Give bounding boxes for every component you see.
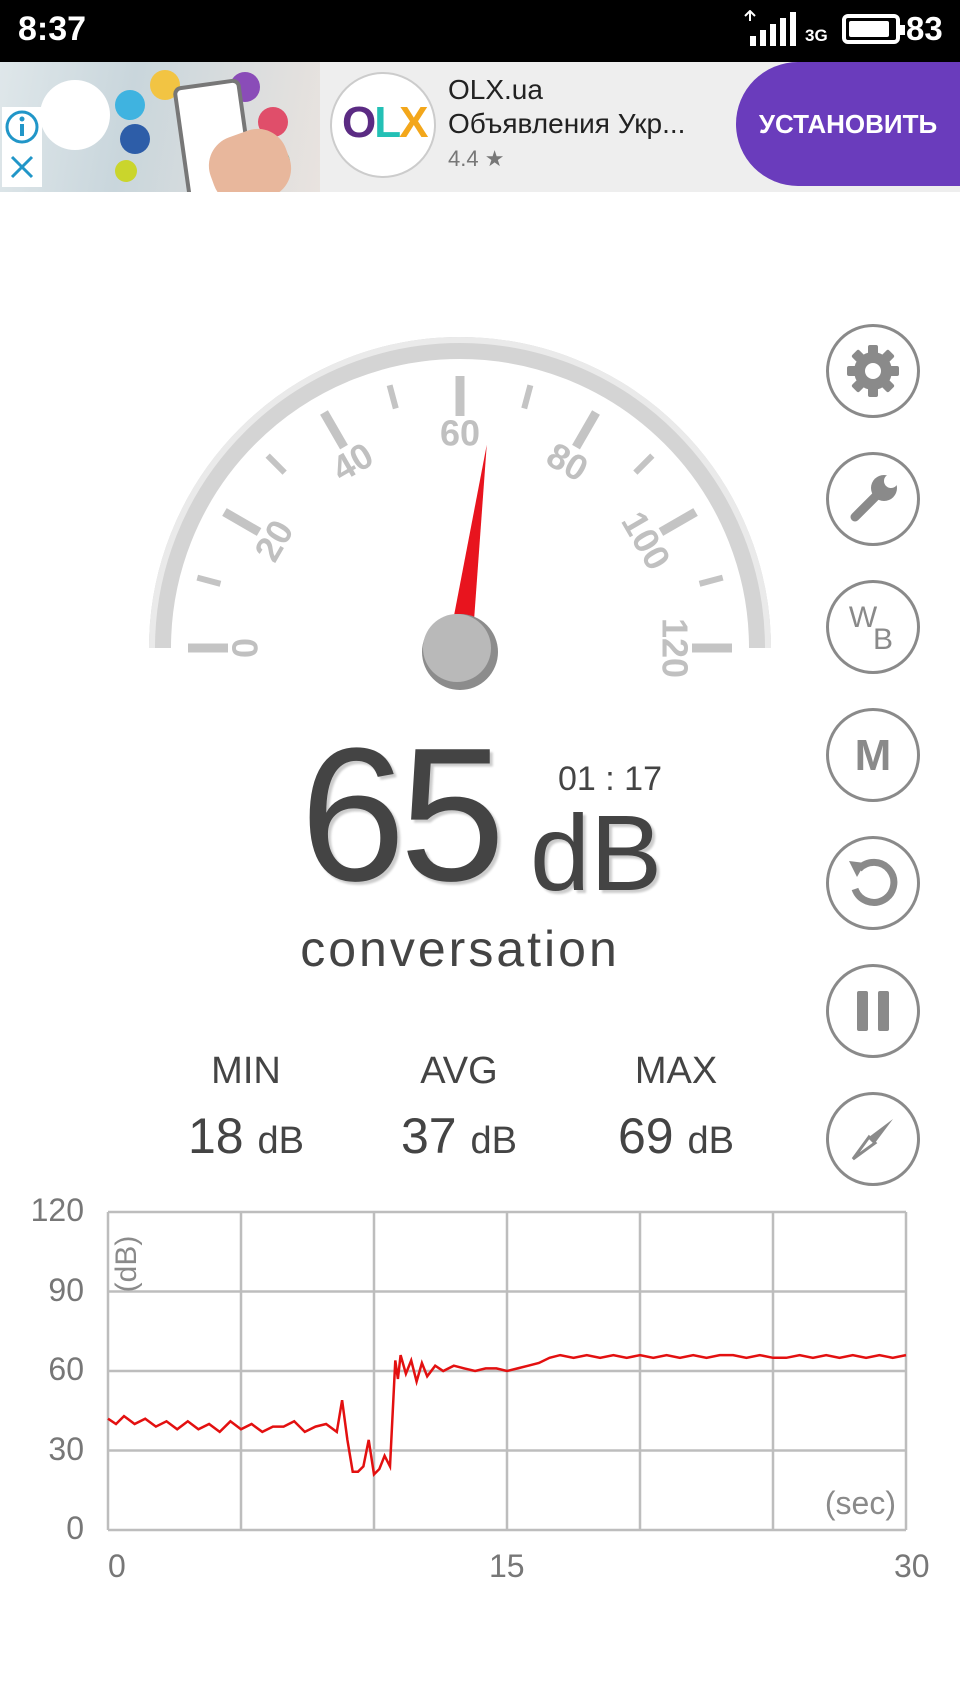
noise-description: conversation xyxy=(300,921,620,977)
ad-title: OLX.ua xyxy=(448,74,543,105)
calibrate-button[interactable] xyxy=(826,452,920,546)
ad-info-panel[interactable] xyxy=(2,107,42,187)
stat-avg: AVG 37 dB xyxy=(359,1050,559,1165)
stat-min-unit: dB xyxy=(257,1120,304,1162)
sound-level-gauge: 0 20 40 60 80 100 120 xyxy=(149,337,771,690)
reset-button[interactable] xyxy=(826,836,920,930)
gauge-label: 0 xyxy=(225,638,266,658)
ad-image[interactable] xyxy=(0,62,320,192)
stat-avg-unit: dB xyxy=(470,1120,517,1162)
info-icon[interactable] xyxy=(2,107,42,147)
gauge-tick xyxy=(698,574,724,587)
gauge-tick xyxy=(572,410,600,450)
ad-banner[interactable]: OLX OLX.ua Объявления Укр... 4.4 ★ УСТАН… xyxy=(0,62,960,192)
y-axis-label: (dB) xyxy=(110,1236,143,1293)
status-bar: 8:37 3G 83 xyxy=(0,0,960,62)
x-tick-label: 30 xyxy=(894,1548,930,1584)
weighting-button[interactable]: W B xyxy=(826,580,920,674)
mode-button[interactable]: M xyxy=(826,708,920,802)
gauge-tick xyxy=(386,384,399,410)
elapsed-timer: 01 : 17 xyxy=(558,760,662,798)
gauge-tick xyxy=(658,508,698,536)
stat-max-label: MAX xyxy=(634,1050,718,1092)
chart-plot: (dB) (sec) xyxy=(106,1210,908,1532)
stat-avg-value: 37 xyxy=(400,1108,457,1164)
ad-subtitle: Объявления Укр... xyxy=(448,108,686,139)
gauge-label: 40 xyxy=(325,434,380,490)
gauge-tick xyxy=(320,410,348,450)
compass-icon xyxy=(851,1119,893,1161)
x-tick-label: 0 xyxy=(108,1548,126,1584)
battery-level: 83 xyxy=(906,10,943,47)
gauge-tick xyxy=(521,384,534,410)
history-chart: (dB) (sec) 120 90 60 30 0 0 15 30 xyxy=(0,1190,960,1590)
stat-min-value: 18 xyxy=(187,1108,244,1164)
gauge-tick xyxy=(633,453,655,475)
install-button[interactable]: УСТАНОВИТЬ xyxy=(736,62,960,186)
gauge-tick xyxy=(222,508,262,536)
reading-display: 65 dB 01 : 17 xyxy=(300,720,700,920)
stat-min: MIN 18 dB xyxy=(146,1050,346,1165)
weighting-letter-b: B xyxy=(872,623,893,656)
stat-max: MAX 69 dB xyxy=(576,1050,776,1165)
status-time: 8:37 xyxy=(18,10,87,48)
wrench-icon xyxy=(850,474,898,522)
close-icon[interactable] xyxy=(2,147,42,187)
gauge-label: 100 xyxy=(613,504,679,577)
stat-max-unit: dB xyxy=(687,1120,734,1162)
gauge-label: 60 xyxy=(440,413,480,454)
x-axis-label: (sec) xyxy=(825,1485,896,1521)
ad-rating: 4.4 ★ xyxy=(448,146,505,171)
y-tick-label: 120 xyxy=(30,1192,84,1228)
network-type: 3G xyxy=(805,26,828,45)
pause-icon xyxy=(857,991,889,1031)
y-tick-label: 30 xyxy=(48,1430,84,1467)
gauge-tick xyxy=(196,574,222,587)
refresh-icon xyxy=(849,858,898,906)
gauge-tick xyxy=(265,453,287,475)
x-tick-label: 15 xyxy=(489,1548,525,1584)
gauge-label: 20 xyxy=(246,513,302,568)
pause-button[interactable] xyxy=(826,964,920,1058)
compass-button[interactable] xyxy=(826,1092,920,1186)
gauge-label: 80 xyxy=(540,434,595,490)
battery-icon xyxy=(842,14,905,44)
y-tick-label: 60 xyxy=(48,1351,84,1387)
settings-button[interactable] xyxy=(826,324,920,418)
y-tick-label: 90 xyxy=(48,1271,84,1308)
stat-max-value: 69 xyxy=(617,1108,674,1164)
gear-icon xyxy=(847,345,899,397)
current-db-unit: dB xyxy=(530,792,663,913)
current-db-value: 65 xyxy=(300,709,505,921)
stat-avg-label: AVG xyxy=(420,1050,498,1092)
olx-logo: OLX xyxy=(330,72,436,178)
y-tick-label: 0 xyxy=(66,1510,84,1546)
gauge-label: 120 xyxy=(654,618,695,678)
mode-letter: M xyxy=(854,731,892,780)
stat-min-label: MIN xyxy=(211,1050,281,1092)
